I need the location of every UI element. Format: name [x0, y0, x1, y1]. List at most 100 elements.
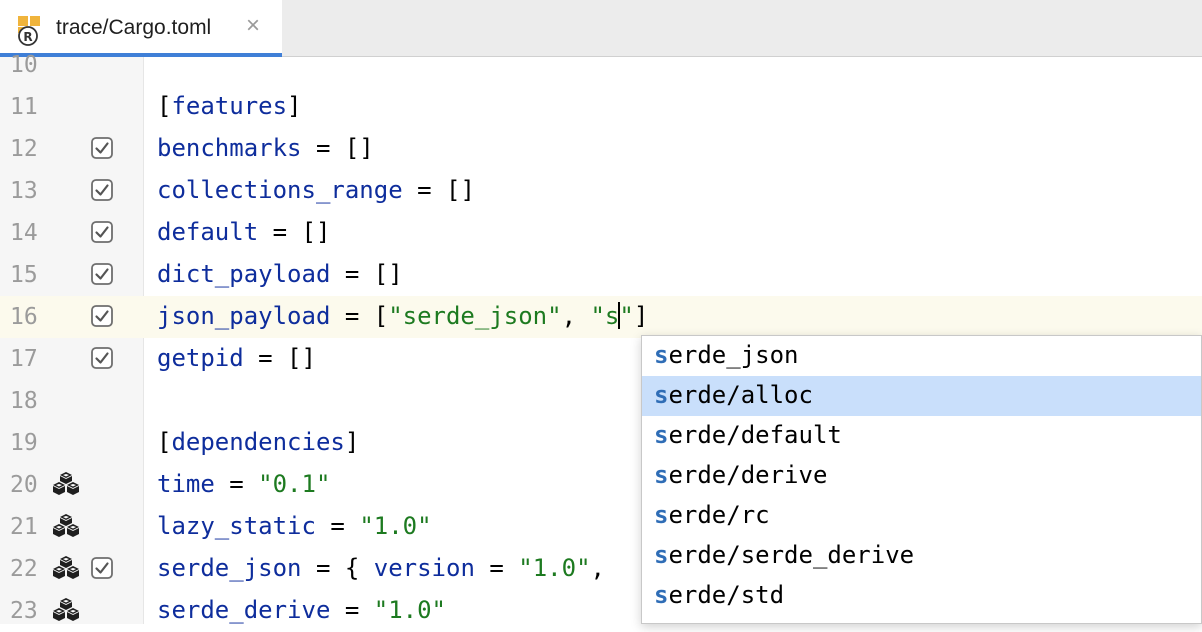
completion-item[interactable]: serde/... [642, 616, 1201, 623]
code-text: collections_range = [] [157, 176, 475, 204]
line-number: 18 [10, 388, 38, 414]
toml-key: serde_json [157, 554, 302, 582]
completion-item[interactable]: serde/rc [642, 496, 1201, 536]
completion-item-label: serde/serde_derive [654, 541, 914, 569]
feature-toggle-checkbox-icon[interactable] [89, 261, 115, 287]
completion-match-highlight: s [654, 501, 669, 529]
feature-toggle-checkbox-icon[interactable] [89, 177, 115, 203]
toml-key: collections_range [157, 176, 403, 204]
completion-item[interactable]: serde/serde_derive [642, 536, 1201, 576]
toml-string: "1.0" [359, 512, 432, 540]
code-line[interactable]: 12 benchmarks = [] [0, 128, 1202, 170]
text-caret [618, 301, 621, 329]
line-number: 22 [10, 556, 38, 582]
completion-item[interactable]: serde/default [642, 416, 1201, 456]
completion-match-highlight: s [654, 461, 669, 489]
completion-item-rest: erde/rc [668, 501, 770, 529]
code-line[interactable]: 13 collections_range = [] [0, 170, 1202, 212]
line-number: 20 [10, 472, 38, 498]
punctuation: = [] [258, 218, 331, 246]
crate-dependency-icon[interactable] [51, 471, 81, 497]
completion-item-label: serde/derive [654, 461, 827, 489]
code-line[interactable]: 16 json_payload = ["serde_json", "s"] [0, 296, 1202, 338]
completion-popup[interactable]: serde_json serde/alloc serde/default serde/… [641, 335, 1202, 624]
line-number: 23 [10, 598, 38, 624]
tab-title: trace/Cargo.toml [56, 16, 212, 39]
punctuation: = [315, 512, 360, 540]
toml-string: "s [590, 302, 620, 330]
completion-match-highlight: s [654, 381, 669, 409]
code-line[interactable]: 10 [0, 44, 1202, 86]
code-text: getpid = [] [157, 344, 316, 372]
code-text: time = "0.1" [157, 470, 330, 498]
feature-toggle-checkbox-icon[interactable] [89, 303, 115, 329]
toml-key: time [157, 470, 215, 498]
completion-item-label: serde_json [654, 341, 799, 369]
completion-item[interactable]: serde_json [642, 336, 1201, 376]
completion-item[interactable]: serde/alloc [642, 376, 1201, 416]
line-number: 16 [10, 304, 38, 330]
toml-string: " [619, 302, 634, 330]
code-text: benchmarks = [] [157, 134, 374, 162]
code-line[interactable]: 14 default = [] [0, 212, 1202, 254]
completion-item-label: serde/alloc [654, 381, 813, 409]
toml-key: getpid [157, 344, 244, 372]
code-line[interactable]: 15 dict_payload = [] [0, 254, 1202, 296]
line-number: 15 [10, 262, 38, 288]
code-text: default = [] [157, 218, 330, 246]
punctuation: [ [157, 92, 172, 120]
punctuation: = [ [330, 302, 389, 330]
line-number: 10 [10, 52, 38, 78]
line-number: 13 [10, 178, 38, 204]
toml-key: serde_derive [157, 596, 331, 624]
toml-key: benchmarks [157, 134, 302, 162]
completion-item-rest: erde/alloc [668, 381, 813, 409]
svg-text:R: R [23, 30, 32, 44]
punctuation: ] [633, 302, 649, 330]
code-text: serde_derive = "1.0" [157, 596, 446, 624]
completion-item-rest: erde/derive [668, 461, 828, 489]
line-number: 12 [10, 136, 38, 162]
toml-key: dict_payload [157, 260, 331, 288]
punctuation: = [] [402, 176, 475, 204]
completion-match-highlight: s [654, 421, 669, 449]
close-icon[interactable]: × [246, 12, 260, 40]
crate-dependency-icon[interactable] [51, 555, 81, 581]
feature-toggle-checkbox-icon[interactable] [89, 555, 115, 581]
punctuation: = [474, 554, 519, 582]
completion-item-rest: erde/serde_derive [668, 541, 915, 569]
punctuation: = [] [301, 134, 374, 162]
punctuation: = [] [243, 344, 316, 372]
toml-string: "0.1" [258, 470, 331, 498]
toml-key: json_payload [157, 302, 331, 330]
toml-string: "1.0" [518, 554, 591, 582]
feature-toggle-checkbox-icon[interactable] [89, 345, 115, 371]
completion-item[interactable]: serde/derive [642, 456, 1201, 496]
completion-match-highlight: s [654, 541, 669, 569]
line-number: 21 [10, 514, 38, 540]
line-number: 17 [10, 346, 38, 372]
crate-dependency-icon[interactable] [51, 597, 81, 623]
code-text: serde_json = { version = "1.0", [157, 554, 619, 582]
completion-match-highlight: s [654, 341, 669, 369]
toml-key: version [373, 554, 475, 582]
punctuation: = [] [330, 260, 403, 288]
completion-item[interactable]: serde/std [642, 576, 1201, 616]
completion-item-rest: erde_json [668, 341, 799, 369]
completion-item-rest: erde/default [668, 421, 842, 449]
code-text: json_payload = ["serde_json", "s"] [157, 301, 649, 331]
toml-string: "1.0" [373, 596, 446, 624]
punctuation: = [330, 596, 374, 624]
feature-toggle-checkbox-icon[interactable] [89, 135, 115, 161]
toml-string: "serde_json" [388, 302, 562, 330]
feature-toggle-checkbox-icon[interactable] [89, 219, 115, 245]
toml-key: default [157, 218, 259, 246]
line-number: 19 [10, 430, 38, 456]
crate-dependency-icon[interactable] [51, 513, 81, 539]
code-line[interactable]: 11 [features] [0, 86, 1202, 128]
punctuation: = [214, 470, 259, 498]
completion-match-highlight: s [654, 581, 669, 609]
code-text: [features] [157, 92, 302, 120]
completion-item-label: serde/rc [654, 501, 770, 529]
completion-item-label: serde/default [654, 421, 842, 449]
